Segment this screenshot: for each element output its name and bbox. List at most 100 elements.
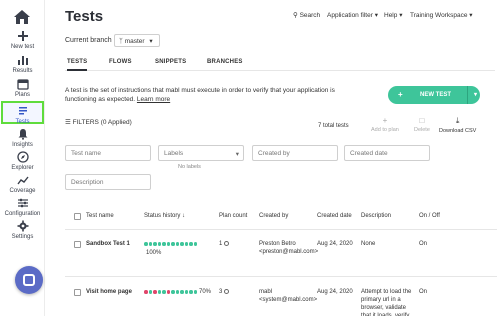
add-to-plan-button[interactable]: + Add to plan [371,116,399,133]
column-header-created-date[interactable]: Created date [317,213,352,219]
status-dot[interactable] [171,242,175,246]
column-header-on-off[interactable]: On / Off [419,213,440,219]
status-dot[interactable] [171,290,175,294]
chat-help-button[interactable] [15,266,43,294]
test-name-link[interactable]: Sandbox Test 1 [86,240,130,248]
sidebar-item-explorer[interactable]: Explorer [0,151,45,172]
learn-more-link[interactable]: Learn more [137,96,170,103]
column-header-description[interactable]: Description [361,213,391,219]
status-history-dots [144,290,198,295]
column-header-created-by[interactable]: Created by [259,213,288,219]
created-date-filter-input[interactable]: Created date [344,145,430,161]
column-header-status-history[interactable]: Status history ↓ [144,213,185,219]
sidebar-item-settings[interactable]: Settings [0,220,45,241]
delete-label: Delete [414,127,430,133]
bar-chart-icon [17,56,28,65]
workspace-label: Training Workspace [410,12,468,19]
status-dot[interactable] [166,242,170,246]
list-icon [18,107,27,115]
gear-icon [17,220,28,232]
download-csv-button[interactable]: ⤓ Download CSV [439,116,476,134]
delete-button[interactable]: □ Delete [414,116,430,133]
workspace-dropdown[interactable]: Training Workspace ▾ [410,11,473,19]
labels-filter-select[interactable]: Labels ▾ [158,145,244,161]
status-dot[interactable] [148,290,152,294]
branch-select[interactable]: ᛉ master ▾ [114,34,160,47]
status-dot[interactable] [144,290,148,294]
help-dropdown[interactable]: Help ▾ [384,11,402,19]
sidebar-item-label: Results [12,68,33,74]
status-dot[interactable] [184,290,188,294]
status-dot[interactable] [189,242,193,246]
sidebar-item-new-test[interactable]: New test [0,30,45,51]
status-dot[interactable] [193,242,197,246]
status-dot[interactable] [166,290,170,294]
application-filter-dropdown[interactable]: Application filter ▾ [327,11,378,19]
tab-branches[interactable]: BRANCHES [207,59,243,65]
status-dot[interactable] [157,290,161,294]
sidebar-item-label: Settings [11,234,34,240]
search-label: Search [299,12,321,19]
page-title: Tests [65,8,104,25]
column-header-plan-count[interactable]: Plan count [219,213,247,219]
plus-icon: + [382,116,388,125]
sidebar-item-tests[interactable]: Tests [1,101,44,125]
sidebar-item-label: Plans [14,92,30,98]
row-checkbox[interactable] [74,289,81,296]
description-filter-input[interactable]: Description [65,174,151,190]
new-test-button[interactable]: + NEW TEST ▾ [388,86,480,104]
sidebar-item-label: Tests [15,119,30,125]
chevron-down-icon: ▾ [149,38,153,45]
search-link[interactable]: ⚲ Search [293,11,320,19]
sidebar-item-results[interactable]: Results [0,54,45,75]
sidebar-item-label: New test [10,44,35,50]
status-dot[interactable] [148,242,152,246]
no-labels-hint: No labels [178,164,201,170]
filters-toggle[interactable]: ☰ FILTERS (0 Applied) [65,118,132,126]
row-checkbox[interactable] [74,241,81,248]
sidebar-item-label: Insights [12,142,33,148]
sidebar-item-configuration[interactable]: Configuration [0,197,45,218]
status-dot[interactable] [180,290,184,294]
bell-icon [18,129,27,140]
status-dot[interactable] [157,242,161,246]
status-dot[interactable] [144,242,148,246]
info-icon[interactable] [224,288,230,294]
status-dot[interactable] [162,290,166,294]
sidebar-item-coverage[interactable]: Coverage [0,174,45,195]
trend-icon [16,176,29,185]
status-dot[interactable] [184,242,188,246]
select-all-checkbox[interactable] [74,213,81,220]
help-label: Help [384,12,398,19]
on-off-status[interactable]: On [419,288,427,296]
divider [65,229,497,230]
status-dot[interactable] [189,290,193,294]
add-to-plan-label: Add to plan [371,127,399,133]
created-date: Aug 24, 2020 [317,289,353,295]
trash-icon: □ [419,116,425,125]
status-dot[interactable] [153,290,157,294]
status-history-label: Status history [144,213,181,219]
download-csv-label: Download CSV [439,128,477,134]
home-icon[interactable] [14,10,30,24]
column-header-test-name[interactable]: Test name [86,213,114,219]
tab-snippets[interactable]: SNIPPETS [155,59,186,65]
status-dot[interactable] [193,290,197,294]
status-dot[interactable] [175,242,179,246]
created-by-filter-input[interactable]: Created by [252,145,338,161]
tab-tests[interactable]: TESTS [67,59,88,71]
tab-flows[interactable]: FLOWS [109,59,132,65]
branch-label: Current branch [65,37,112,44]
info-icon[interactable] [224,240,230,246]
status-dot[interactable] [153,242,157,246]
sidebar-item-plans[interactable]: Plans [0,78,45,99]
test-name-filter-input[interactable]: Test name [65,145,151,161]
status-dot[interactable] [175,290,179,294]
status-dot[interactable] [162,242,166,246]
chevron-down-icon: ▾ [399,12,403,19]
on-off-status[interactable]: On [419,240,427,248]
test-name-link[interactable]: Visit home page [86,288,132,296]
status-dot[interactable] [180,242,184,246]
sidebar-item-insights[interactable]: Insights [0,128,45,149]
new-test-menu-toggle[interactable]: ▾ [467,86,480,104]
